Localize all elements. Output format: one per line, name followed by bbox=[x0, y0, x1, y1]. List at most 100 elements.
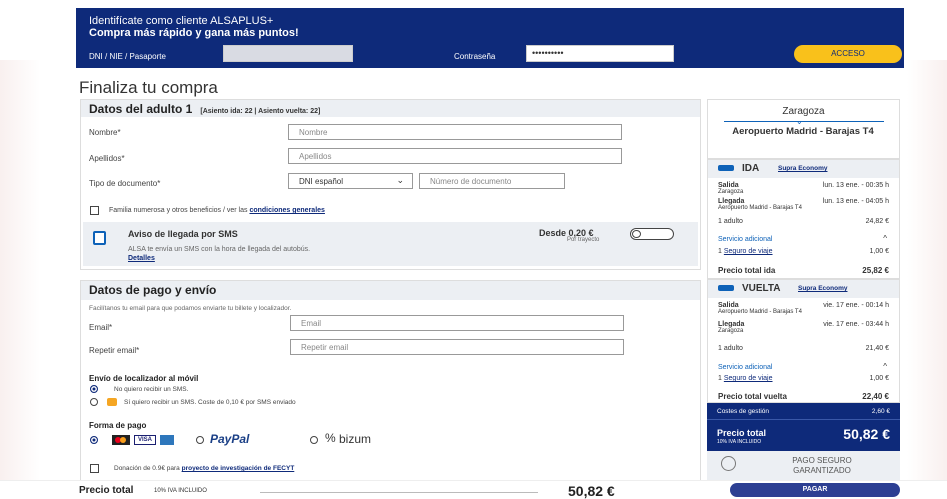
route-divider bbox=[724, 121, 884, 122]
login-banner: Identifícate como cliente ALSAPLUS+ Comp… bbox=[76, 8, 904, 68]
payment-method-title: Forma de pago bbox=[89, 421, 147, 430]
donation-checkbox[interactable] bbox=[90, 464, 99, 473]
insurance-link[interactable]: Seguro de viaje bbox=[724, 248, 773, 255]
name-input[interactable]: Nombre bbox=[288, 124, 622, 140]
sms-desc: ALSA te envía un SMS con la hora de lleg… bbox=[128, 246, 311, 253]
ida-class-link[interactable]: Supra Economy bbox=[778, 165, 827, 172]
sms-icon bbox=[107, 398, 117, 406]
adult-panel: Datos del adulto 1 [Asiento ida: 22 | Asi… bbox=[80, 99, 701, 270]
vuelta-summary: VUELTA Supra Economy Salida vie. 17 ene.… bbox=[707, 279, 900, 403]
grand-total: 50,82 € bbox=[843, 426, 890, 442]
conditions-link[interactable]: condiciones generales bbox=[249, 207, 324, 214]
fecyt-link[interactable]: proyecto de investigación de FECYT bbox=[182, 465, 295, 472]
surname-label: Apellidos* bbox=[89, 154, 125, 163]
total-box: Costes de gestión 2,60 € Precio total 10… bbox=[707, 403, 900, 451]
no-sms-label: No quiero recibir un SMS. bbox=[114, 386, 189, 393]
sms-details-link[interactable]: Detalles bbox=[128, 255, 155, 262]
mastercard-icon bbox=[112, 435, 130, 445]
vuelta-insurance: 1 Seguro de viaje bbox=[718, 375, 773, 382]
password-input[interactable]: •••••••••• bbox=[526, 45, 674, 62]
payment-header: Datos de pago y envío bbox=[81, 281, 700, 300]
family-text: Familia numerosa y otros beneficios / ve… bbox=[109, 207, 325, 214]
repeat-email-input[interactable]: Repetir email bbox=[290, 339, 624, 355]
adult-panel-header: Datos del adulto 1 [Asiento ida: 22 | Asi… bbox=[81, 100, 700, 117]
localizer-title: Envío de localizador al móvil bbox=[89, 374, 199, 383]
doc-input[interactable] bbox=[223, 45, 353, 62]
amex-icon bbox=[160, 435, 174, 445]
doctype-select[interactable]: DNI español ⌄ bbox=[288, 173, 413, 189]
no-sms-radio[interactable] bbox=[90, 385, 98, 393]
ida-llegada-label: Llegada bbox=[718, 198, 745, 205]
page-title: Finaliza tu compra bbox=[79, 78, 218, 97]
bus-icon bbox=[718, 285, 734, 291]
doctype-value: DNI español bbox=[299, 177, 344, 186]
vuelta-llegada-time: vie. 17 ene. - 03:44 h bbox=[823, 321, 889, 328]
payment-panel: Datos de pago y envío Facilítanos tu ema… bbox=[80, 280, 701, 480]
surname-input[interactable]: Apellidos bbox=[288, 148, 622, 164]
bottom-total-bar: Precio total 10% IVA INCLUIDO 50,82 € PA… bbox=[0, 480, 947, 499]
vuelta-llegada-place: Zaragoza bbox=[718, 328, 744, 334]
total-divider bbox=[707, 419, 900, 420]
vuelta-llegada-label: Llegada bbox=[718, 321, 745, 328]
insurance-link[interactable]: Seguro de viaje bbox=[724, 375, 773, 382]
ida-llegada-time: lun. 13 ene. - 04:05 h bbox=[822, 198, 889, 205]
ida-total: 25,82 € bbox=[862, 266, 889, 275]
vuelta-header: VUELTA Supra Economy bbox=[708, 280, 899, 298]
secure-box: PAGO SEGURO GARANTIZADO bbox=[707, 451, 900, 480]
vuelta-insurance-qty: 1 bbox=[718, 375, 722, 382]
vuelta-extra-label: Servicio adicional bbox=[718, 364, 773, 371]
grand-total-vat: 10% IVA INCLUIDO bbox=[717, 439, 762, 445]
vuelta-total-label: Precio total vuelta bbox=[718, 392, 787, 401]
access-button[interactable]: ACCESO bbox=[794, 45, 902, 63]
payment-intro: Facilítanos tu email para que podamos en… bbox=[89, 305, 292, 312]
watermark-left bbox=[0, 60, 40, 480]
ida-salida-place: Zaragoza bbox=[718, 189, 744, 195]
paypal-radio[interactable] bbox=[196, 436, 204, 444]
route-summary: Zaragoza ⌄ Aeropuerto Madrid - Barajas T… bbox=[707, 99, 900, 159]
footer-vat: 10% IVA INCLUIDO bbox=[154, 488, 207, 494]
ida-summary: IDA Supra Economy Salida lun. 13 ene. - … bbox=[707, 159, 900, 279]
ida-adult-label: 1 adulto bbox=[718, 218, 743, 225]
bizum-icon: % bbox=[325, 431, 336, 445]
pay-button[interactable]: PAGAR bbox=[730, 483, 900, 497]
footer-total-label: Precio total bbox=[79, 485, 134, 496]
vuelta-total: 22,40 € bbox=[862, 392, 889, 401]
chevron-down-icon: ⌄ bbox=[396, 175, 404, 185]
ida-insurance: 1 Seguro de viaje bbox=[718, 248, 773, 255]
family-label: Familia numerosa y otros beneficios / ve… bbox=[109, 207, 248, 214]
chevron-up-icon[interactable]: ^ bbox=[883, 362, 887, 371]
vuelta-salida-label: Salida bbox=[718, 302, 739, 309]
doctype-label: Tipo de documento* bbox=[89, 179, 161, 188]
vuelta-insurance-price: 1,00 € bbox=[869, 375, 889, 382]
bizum-radio[interactable] bbox=[310, 436, 318, 444]
sms-toggle[interactable] bbox=[630, 228, 674, 240]
origin: Zaragoza bbox=[782, 106, 825, 117]
adult-title: Datos del adulto 1 bbox=[89, 102, 193, 116]
grand-total-label: Precio total bbox=[717, 428, 767, 438]
secure-line1: PAGO SEGURO bbox=[792, 456, 852, 465]
ida-salida-label: Salida bbox=[718, 182, 739, 189]
email2-label: Repetir email* bbox=[89, 346, 140, 355]
vuelta-adult-label: 1 adulto bbox=[718, 345, 743, 352]
doc-label: DNI / NIE / Pasaporte bbox=[89, 52, 166, 61]
sms-box: Aviso de llegada por SMS ALSA te envía u… bbox=[83, 222, 698, 266]
ida-llegada-place: Aeropuerto Madrid - Barajas T4 bbox=[718, 205, 802, 211]
ida-label: IDA bbox=[742, 163, 760, 174]
ida-header: IDA Supra Economy bbox=[708, 160, 899, 178]
ida-extra-label: Servicio adicional bbox=[718, 236, 773, 243]
vuelta-class-link[interactable]: Supra Economy bbox=[798, 285, 847, 292]
lock-icon bbox=[721, 456, 736, 471]
email-input[interactable]: Email bbox=[290, 315, 624, 331]
card-radio[interactable] bbox=[90, 436, 98, 444]
yes-sms-radio[interactable] bbox=[90, 398, 98, 406]
vuelta-salida-time: vie. 17 ene. - 00:14 h bbox=[823, 302, 889, 309]
phone-icon bbox=[93, 231, 106, 245]
ida-total-label: Precio total ida bbox=[718, 266, 776, 275]
sms-per-trip: Por trayecto bbox=[567, 237, 600, 243]
seats-info: [Asiento ida: 22 | Asiento vuelta: 22] bbox=[200, 108, 321, 115]
fees-label: Costes de gestión bbox=[717, 408, 770, 415]
docnum-input[interactable]: Número de documento bbox=[419, 173, 565, 189]
yes-sms-label: Sí quiero recibir un SMS. Coste de 0,10 … bbox=[124, 399, 296, 406]
chevron-up-icon[interactable]: ^ bbox=[883, 234, 887, 243]
family-checkbox[interactable] bbox=[90, 206, 99, 215]
